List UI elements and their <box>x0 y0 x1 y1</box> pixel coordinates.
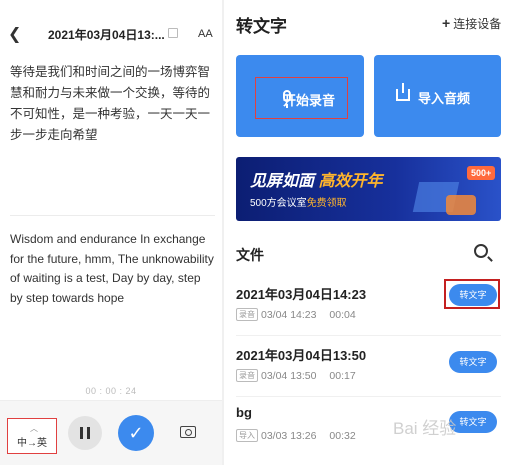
file-time: 13:26 <box>290 430 317 442</box>
file-type-tag: 录音 <box>236 308 258 321</box>
plus-icon: + <box>442 15 451 31</box>
start-recording-card[interactable]: 开始录音 <box>236 55 364 137</box>
file-date: 03/04 <box>261 309 288 321</box>
banner-badge: 500+ <box>467 166 496 180</box>
file-meta: 录音 03/04 14:23 00:04 <box>236 308 356 321</box>
chinese-transcript: 等待是我们和时间之间的一场博弈智慧和耐力与未来做一个交换，等待的不可知性，是一种… <box>10 65 211 142</box>
transcribe-button[interactable]: 转文字 <box>449 284 497 306</box>
import-audio-label: 导入音频 <box>418 91 471 106</box>
file-meta: 录音 03/04 13:50 00:17 <box>236 369 356 382</box>
file-name: 2021年03月04日13:50 <box>236 348 367 363</box>
divider <box>236 335 501 336</box>
file-item[interactable]: bg 导入 03/03 13:26 00:32 转文字 <box>236 405 501 465</box>
detail-header: ❮ 2021年03月04日13:... AA <box>0 22 222 50</box>
promo-banner[interactable]: 见屏如面 高效开年 500方会议室免费领取 500+ <box>236 157 501 221</box>
pause-icon-bar <box>87 427 90 439</box>
banner-subline-b: 免费领取 <box>306 198 347 209</box>
camera-icon[interactable] <box>180 426 196 438</box>
transcribe-button[interactable]: 转文字 <box>449 351 497 373</box>
connect-device-label: 连接设备 <box>453 17 502 31</box>
confirm-button[interactable]: ✓ <box>118 415 154 451</box>
recording-controls: ︿ 中→英 ✓ <box>0 400 222 465</box>
recording-detail-panel: ❮ 2021年03月04日13:... AA 等待是我们和时间之间的一场博弈智慧… <box>0 0 222 465</box>
file-time: 14:23 <box>290 309 317 321</box>
start-recording-button[interactable]: 开始录音 <box>255 77 348 119</box>
banner-headline-b: 高效开年 <box>318 173 383 190</box>
file-duration: 00:32 <box>329 430 356 442</box>
check-icon: ✓ <box>128 423 144 443</box>
transcribe-home-panel: 转文字 + 连接设备 开始录音 导入音频 见屏如面 高效开年 500方会议室免费领… <box>224 0 511 465</box>
pause-icon <box>80 427 83 439</box>
file-date: 03/03 <box>261 430 288 442</box>
divider <box>10 215 215 216</box>
file-duration: 00:17 <box>329 370 356 382</box>
search-icon[interactable] <box>474 244 488 258</box>
language-toggle-label: 中→英 <box>17 438 47 449</box>
banner-subline-a: 500方会议室 <box>250 198 307 209</box>
recording-title: 2021年03月04日13:... <box>48 28 165 42</box>
import-audio-card[interactable]: 导入音频 <box>374 55 501 137</box>
banner-illustration-accent <box>446 195 476 215</box>
page-title: 转文字 <box>236 17 287 36</box>
file-type-tag: 导入 <box>236 429 258 442</box>
watermark-logo: Bai 经验 <box>393 419 457 438</box>
file-meta: 导入 03/03 13:26 00:32 <box>236 429 356 442</box>
back-arrow-icon[interactable]: ❮ <box>8 26 24 44</box>
pause-button[interactable] <box>68 416 102 450</box>
recording-timer: 00 : 00 : 24 <box>85 386 137 396</box>
file-name: 2021年03月04日14:23 <box>236 287 367 302</box>
file-time: 13:50 <box>290 370 317 382</box>
files-heading: 文件 <box>236 247 264 263</box>
edit-icon[interactable] <box>168 28 178 38</box>
file-name: bg <box>236 405 252 420</box>
file-type-tag: 录音 <box>236 369 258 382</box>
language-toggle-button[interactable]: ︿ 中→英 <box>7 418 57 454</box>
banner-headline: 见屏如面 高效开年 <box>250 167 382 191</box>
chevron-up-icon: ︿ <box>30 424 38 433</box>
divider <box>236 396 501 397</box>
start-recording-label: 开始录音 <box>283 93 336 108</box>
banner-subline: 500方会议室免费领取 <box>250 194 347 209</box>
file-date: 03/04 <box>261 370 288 382</box>
english-translation: Wisdom and endurance In exchange for the… <box>10 232 214 305</box>
font-size-button[interactable]: AA <box>198 28 213 40</box>
file-duration: 00:04 <box>329 309 356 321</box>
connect-device-button[interactable]: + 连接设备 <box>442 15 501 32</box>
banner-headline-a: 见屏如面 <box>250 173 319 190</box>
import-icon <box>396 83 410 101</box>
